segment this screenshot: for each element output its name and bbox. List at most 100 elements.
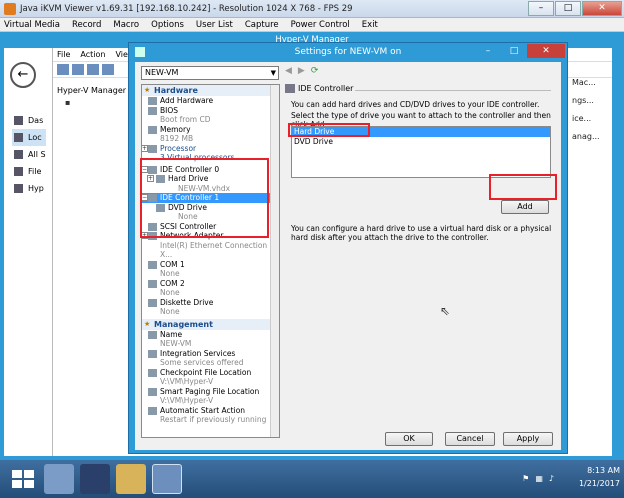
processor-icon (148, 144, 157, 153)
tree-auto-start-sub: Restart if previously running (160, 415, 267, 424)
panel-desc-3: You can configure a hard drive to use a … (291, 224, 552, 242)
cancel-button[interactable]: Cancel (445, 432, 495, 446)
dialog-body: NEW-VM ▼ ◀ ▶ ⟳ Hardware Add Hardware BIO… (135, 62, 561, 450)
close-button[interactable]: ✕ (582, 1, 622, 16)
tree-diskette-drive[interactable]: Diskette Drive (142, 298, 279, 308)
clock-time: 8:13 AM (587, 466, 620, 475)
nav-hyperv[interactable]: Hyp (12, 180, 46, 197)
nav-dashboard[interactable]: Das (12, 112, 46, 129)
memory-icon (148, 125, 157, 134)
tree-label: Name (160, 329, 183, 339)
clock-date: 1/21/2017 (578, 479, 620, 488)
section-management[interactable]: Management (142, 318, 279, 330)
tree-memory[interactable]: Memory (142, 125, 279, 135)
nav-local[interactable]: Loc (12, 129, 46, 146)
auto-start-icon (148, 406, 157, 415)
dialog-maximize-button[interactable]: □ (501, 44, 527, 58)
tree-com2-sub: None (160, 288, 180, 297)
tree-server-node[interactable]: ▪ (57, 98, 126, 107)
menu-options[interactable]: Options (151, 20, 184, 30)
tree-label: Integration Services (160, 348, 236, 358)
back-button[interactable]: ← (10, 62, 36, 88)
tree-label: Processor (160, 143, 197, 153)
action-item[interactable]: anag... (566, 132, 612, 150)
tree-diskette-sub: None (160, 307, 180, 316)
add-hardware-icon (148, 97, 157, 105)
refresh-icon[interactable]: ⟳ (311, 66, 319, 76)
tree-com2[interactable]: COM 2 (142, 279, 279, 289)
settings-dialog: Settings for NEW-VM on – □ ✕ NEW-VM ▼ ◀ … (128, 42, 568, 454)
tree-name[interactable]: Name (142, 330, 279, 340)
tree-bios-sub: Boot from CD (160, 115, 211, 124)
kvm-menubar: Virtual Media Record Macro Options User … (0, 18, 624, 32)
add-button[interactable]: Add (501, 200, 549, 214)
flag-icon[interactable]: ⚑ (522, 474, 529, 483)
nav-file[interactable]: File (12, 163, 46, 180)
apply-button[interactable]: Apply (503, 432, 553, 446)
checkpoint-icon (148, 368, 157, 377)
tree-name-sub: NEW-VM (160, 339, 192, 348)
clock[interactable]: 8:13 AM 1/21/2017 (579, 464, 620, 490)
tree-checkpoint-location[interactable]: Checkpoint File Location (142, 368, 279, 378)
tree-label: Automatic Start Action (160, 405, 246, 415)
tree-hyperv-manager[interactable]: Hyper-V Manager (57, 86, 126, 95)
dialog-titlebar: Settings for NEW-VM on – □ ✕ (129, 43, 567, 61)
section-hardware[interactable]: Hardware (142, 85, 279, 96)
tree-auto-start[interactable]: Automatic Start Action (142, 406, 279, 416)
prev-icon[interactable]: ◀ (285, 66, 292, 76)
hv-menu-file[interactable]: File (57, 48, 70, 61)
next-icon[interactable]: ▶ (298, 66, 305, 76)
network-icon[interactable]: ▦ (535, 474, 543, 483)
tree-memory-sub: 8192 MB (160, 134, 194, 143)
nav-all-servers[interactable]: All S (12, 146, 46, 163)
highlight-hard-drive (288, 123, 370, 137)
tree-checkpoint-sub: V:\VM\Hyper-V (160, 377, 214, 386)
tree-com1-sub: None (160, 269, 180, 278)
maximize-button[interactable]: □ (555, 1, 581, 16)
menu-virtual-media[interactable]: Virtual Media (4, 20, 60, 30)
hv-menu-action[interactable]: Action (80, 48, 105, 61)
menu-exit[interactable]: Exit (362, 20, 378, 30)
list-item-dvd-drive[interactable]: DVD Drive (292, 137, 550, 147)
kvm-title: Java iKVM Viewer v1.69.31 [192.168.10.24… (20, 3, 353, 14)
hyperv-taskbar-icon[interactable] (152, 464, 182, 494)
action-item[interactable]: ngs... (566, 96, 612, 114)
ide-controller-panel: IDE Controller You can add hard drives a… (285, 84, 555, 438)
folder-icon[interactable] (87, 64, 99, 75)
tree-label: BIOS (160, 105, 179, 115)
tree-label: Checkpoint File Location (160, 367, 252, 377)
forward-arrow-icon[interactable] (72, 64, 84, 75)
menu-power-control[interactable]: Power Control (291, 20, 350, 30)
tree-integration-services[interactable]: Integration Services (142, 349, 279, 359)
taskbar: ⚑ ▦ ♪ 8:13 AM 1/21/2017 (0, 460, 624, 498)
volume-icon[interactable]: ♪ (549, 474, 554, 483)
action-item[interactable]: Mac... (566, 78, 612, 96)
tree-smart-paging[interactable]: Smart Paging File Location (142, 387, 279, 397)
powershell-taskbar-icon[interactable] (80, 464, 110, 494)
vm-select-value: NEW-VM (145, 68, 179, 77)
explorer-taskbar-icon[interactable] (116, 464, 146, 494)
tree-add-hardware[interactable]: Add Hardware (142, 96, 279, 106)
back-arrow-icon[interactable] (57, 64, 69, 75)
kvm-titlebar: Java iKVM Viewer v1.69.31 [192.168.10.24… (0, 0, 624, 18)
minimize-button[interactable]: – (528, 1, 554, 16)
tree-scrollbar[interactable] (270, 85, 279, 437)
dialog-minimize-button[interactable]: – (475, 44, 501, 58)
menu-user-list[interactable]: User List (196, 20, 233, 30)
mouse-cursor-icon: ⇖ (440, 304, 451, 318)
tree-com1[interactable]: COM 1 (142, 260, 279, 270)
menu-capture[interactable]: Capture (245, 20, 279, 30)
tree-bios[interactable]: BIOS (142, 106, 279, 116)
dialog-close-button[interactable]: ✕ (527, 44, 565, 58)
ok-button[interactable]: OK (385, 432, 433, 446)
expand-icon[interactable]: + (142, 144, 148, 152)
properties-icon[interactable] (102, 64, 114, 75)
server-manager-pane: ← Das Loc All S File Hyp (4, 48, 52, 456)
vm-select[interactable]: NEW-VM ▼ (141, 66, 279, 80)
start-button[interactable] (6, 464, 36, 494)
tree-processor[interactable]: + Processor (142, 144, 279, 154)
action-item[interactable]: ice... (566, 114, 612, 132)
menu-macro[interactable]: Macro (113, 20, 139, 30)
server-manager-taskbar-icon[interactable] (44, 464, 74, 494)
menu-record[interactable]: Record (72, 20, 101, 30)
